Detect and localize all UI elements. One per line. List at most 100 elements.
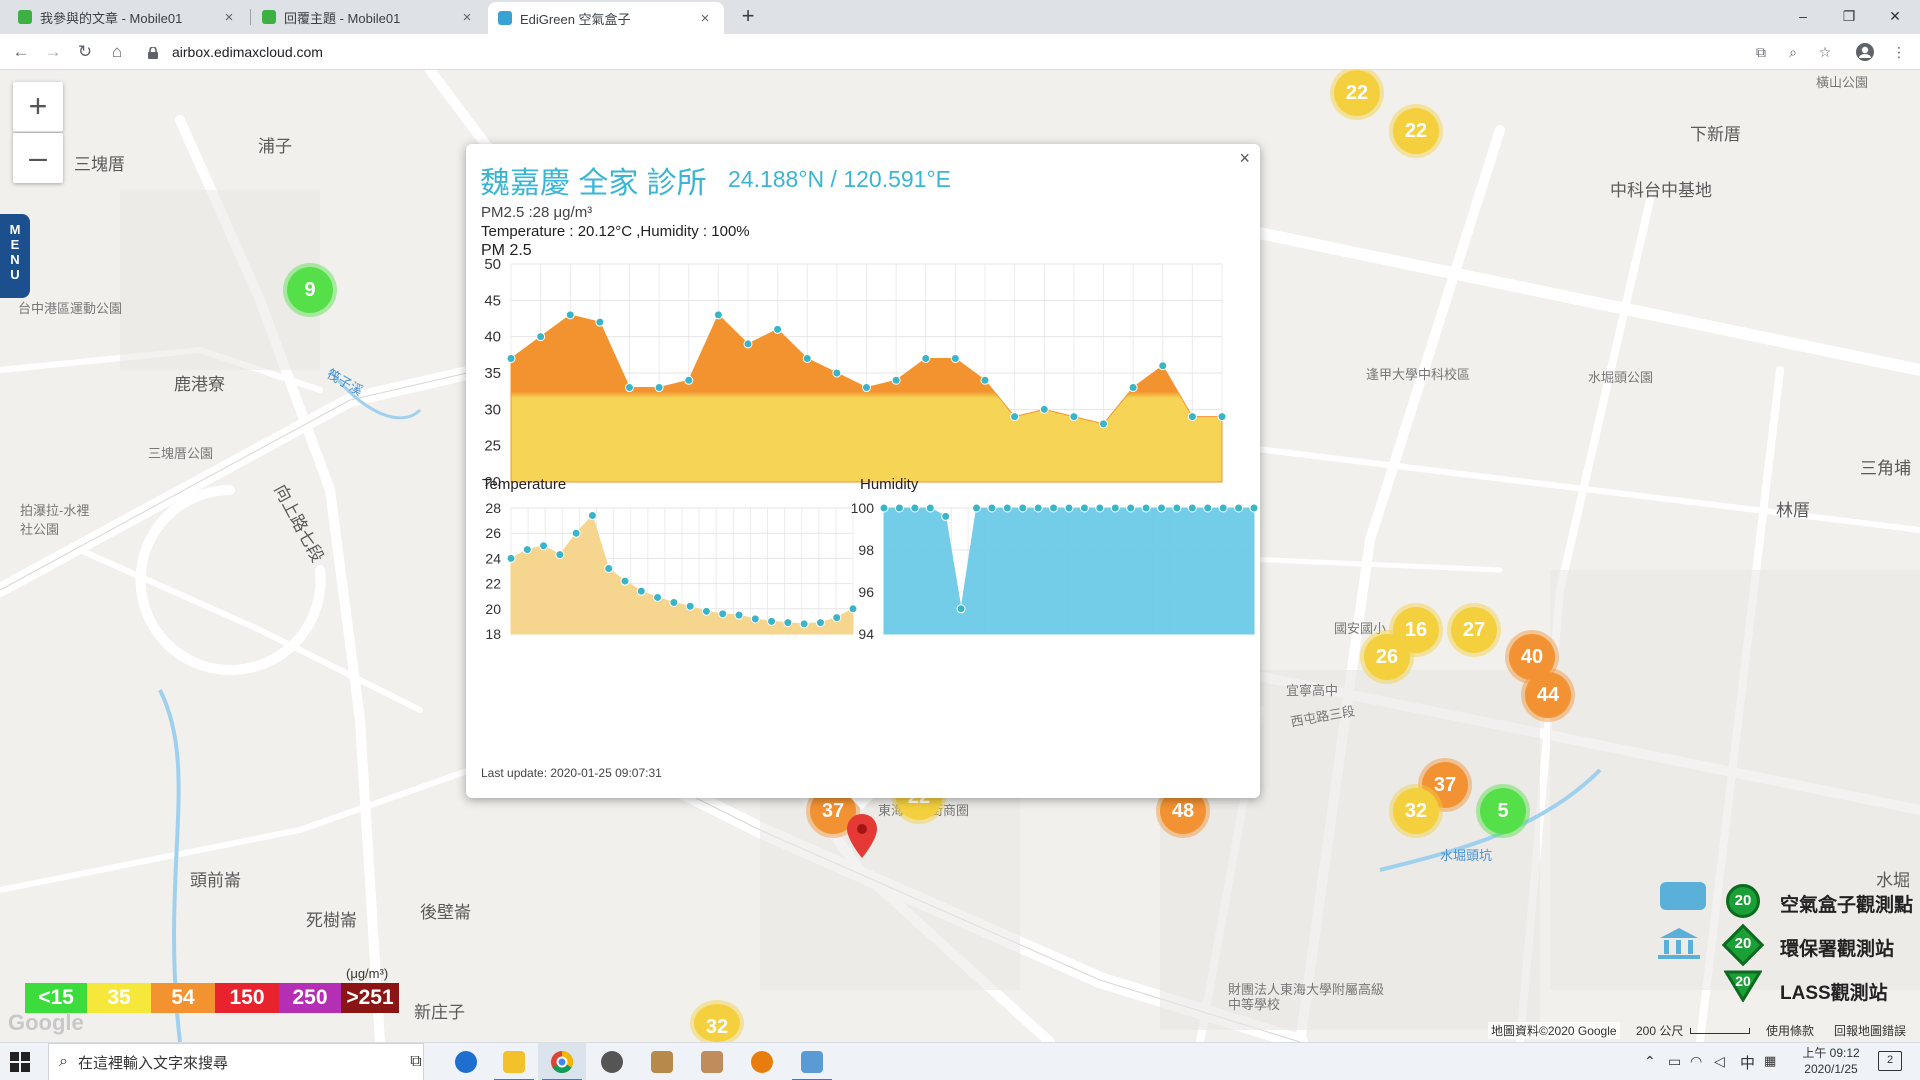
- popup-close-button[interactable]: ×: [1239, 148, 1250, 169]
- tab-close-icon[interactable]: ×: [696, 10, 714, 27]
- data-point: [767, 616, 777, 626]
- battery-icon[interactable]: ▭: [1668, 1053, 1681, 1070]
- browser-tab-2[interactable]: 回覆主題 - Mobile01 ×: [252, 0, 486, 34]
- y-tick-label: 98: [858, 542, 874, 558]
- report-error-link[interactable]: 回報地圖錯誤: [1834, 1022, 1906, 1039]
- map-scale-label: 200 公尺: [1636, 1024, 1684, 1038]
- air-quality-cluster[interactable]: 27: [1451, 607, 1497, 653]
- tab-title: 我參與的文章 - Mobile01: [40, 10, 183, 26]
- tab-title: EdiGreen 空氣盒子: [520, 11, 631, 27]
- browser-tab-3-active[interactable]: EdiGreen 空氣盒子 ×: [488, 2, 724, 34]
- volume-icon[interactable]: ◁: [1714, 1053, 1725, 1070]
- air-quality-cluster[interactable]: 5: [1480, 788, 1526, 834]
- zoom-in-button[interactable]: +: [13, 82, 63, 132]
- star-icon[interactable]: ☆: [1812, 34, 1838, 70]
- data-point: [1187, 412, 1197, 422]
- government-station-icon: [1656, 926, 1702, 960]
- wifi-icon[interactable]: ◠: [1690, 1053, 1702, 1070]
- tray-chevron-icon[interactable]: ⌃: [1644, 1053, 1656, 1070]
- data-point: [956, 604, 966, 614]
- data-point: [685, 601, 695, 611]
- station-name: 魏嘉慶 全家 診所: [480, 167, 707, 200]
- file-explorer-icon[interactable]: [490, 1043, 538, 1080]
- notification-center-icon[interactable]: 2: [1878, 1051, 1902, 1071]
- data-point: [734, 610, 744, 620]
- terms-link[interactable]: 使用條款: [1766, 1022, 1814, 1039]
- map-canvas[interactable]: 浦子 三塊厝 台中港區運動公園 鹿港寮 三塊厝公園 向上路七段 水堀頭公園 中科…: [0, 70, 1920, 1042]
- data-point: [950, 353, 960, 363]
- windows-start-icon[interactable]: [10, 1052, 30, 1077]
- data-point: [506, 353, 516, 363]
- maximize-button[interactable]: ❐: [1826, 0, 1872, 34]
- tab-close-icon[interactable]: ×: [458, 9, 476, 26]
- y-tick-label: 28: [485, 500, 501, 516]
- back-button[interactable]: ←: [6, 34, 36, 70]
- location-pin-icon[interactable]: [847, 814, 877, 863]
- y-tick-label: 18: [485, 626, 501, 642]
- data-point: [1187, 503, 1197, 513]
- data-point: [1064, 503, 1074, 513]
- browser-tab-1[interactable]: 我參與的文章 - Mobile01 ×: [8, 0, 248, 34]
- chrome-icon[interactable]: [538, 1043, 586, 1080]
- task-view-icon[interactable]: ⧉: [392, 1043, 440, 1080]
- app-icon[interactable]: [788, 1043, 836, 1080]
- tray-clock[interactable]: 上午 09:12 2020/1/25: [1796, 1045, 1866, 1077]
- edge-icon[interactable]: [442, 1043, 490, 1080]
- close-window-button[interactable]: ✕: [1872, 0, 1918, 34]
- humidity-chart-title: Humidity: [860, 476, 919, 493]
- data-point: [1126, 503, 1136, 513]
- forward-button[interactable]: →: [38, 34, 68, 70]
- kebab-menu-icon[interactable]: ⋮: [1886, 34, 1912, 70]
- app-icon[interactable]: [588, 1043, 636, 1080]
- place-label: 宜寧高中: [1286, 683, 1339, 698]
- zoom-icon[interactable]: ⌕: [1780, 34, 1806, 70]
- data-point: [832, 613, 842, 623]
- favicon-icon: [498, 11, 512, 25]
- data-point: [799, 619, 809, 629]
- data-point: [941, 511, 951, 521]
- air-quality-cluster[interactable]: 32: [1393, 788, 1439, 834]
- data-point: [653, 592, 663, 602]
- translate-icon[interactable]: ⧉: [1748, 34, 1774, 70]
- app-icon[interactable]: [638, 1043, 686, 1080]
- pm-legend-item: 250: [279, 983, 341, 1013]
- data-point: [1234, 503, 1244, 513]
- home-button[interactable]: ⌂: [102, 34, 132, 70]
- data-point: [1158, 361, 1168, 371]
- data-point: [625, 383, 634, 393]
- minimize-button[interactable]: –: [1780, 0, 1826, 34]
- air-quality-cluster[interactable]: 9: [287, 267, 333, 313]
- browser-toolbar: ← → ↻ ⌂ airbox.edimaxcloud.com ⧉ ⌕ ☆ ⋮: [0, 34, 1920, 70]
- reload-button[interactable]: ↻: [70, 34, 100, 70]
- ime-indicator[interactable]: 中: [1740, 1052, 1755, 1073]
- air-quality-cluster[interactable]: 44: [1525, 672, 1571, 718]
- menu-tab[interactable]: MENU: [0, 214, 30, 298]
- keyboard-icon[interactable]: ▦: [1764, 1053, 1776, 1069]
- y-tick-label: 25: [484, 438, 501, 455]
- place-label: 新庄子: [414, 1003, 465, 1022]
- air-quality-cluster[interactable]: 26: [1364, 634, 1410, 680]
- zoom-out-button[interactable]: –: [13, 133, 63, 183]
- blender-icon[interactable]: [738, 1043, 786, 1080]
- pm25-reading: PM2.5 :28 μg/m³: [481, 204, 593, 221]
- data-point: [1049, 503, 1059, 513]
- air-quality-cluster[interactable]: 22: [1393, 108, 1439, 154]
- y-tick-label: 35: [484, 365, 501, 382]
- air-quality-cluster[interactable]: 22: [1334, 70, 1380, 116]
- taskbar-search-box[interactable]: ⌕ 在這裡輸入文字來搜尋: [48, 1043, 424, 1080]
- data-point: [565, 310, 575, 320]
- place-label: 三塊厝: [74, 155, 125, 174]
- address-bar[interactable]: airbox.edimaxcloud.com: [172, 39, 1772, 65]
- data-point: [604, 563, 614, 573]
- app-icon[interactable]: [688, 1043, 736, 1080]
- new-tab-button[interactable]: +: [736, 2, 760, 30]
- y-tick-label: 50: [484, 256, 501, 273]
- place-label: 水堀: [1876, 871, 1910, 890]
- y-tick-label: 45: [484, 292, 501, 309]
- humidity-chart: 94 96 98 100: [851, 500, 1259, 642]
- tab-strip: 我參與的文章 - Mobile01 × 回覆主題 - Mobile01 × Ed…: [0, 0, 1920, 34]
- air-quality-cluster[interactable]: 32: [694, 1004, 740, 1042]
- tab-close-icon[interactable]: ×: [220, 9, 238, 26]
- data-point: [815, 618, 825, 628]
- account-icon[interactable]: [1852, 34, 1878, 70]
